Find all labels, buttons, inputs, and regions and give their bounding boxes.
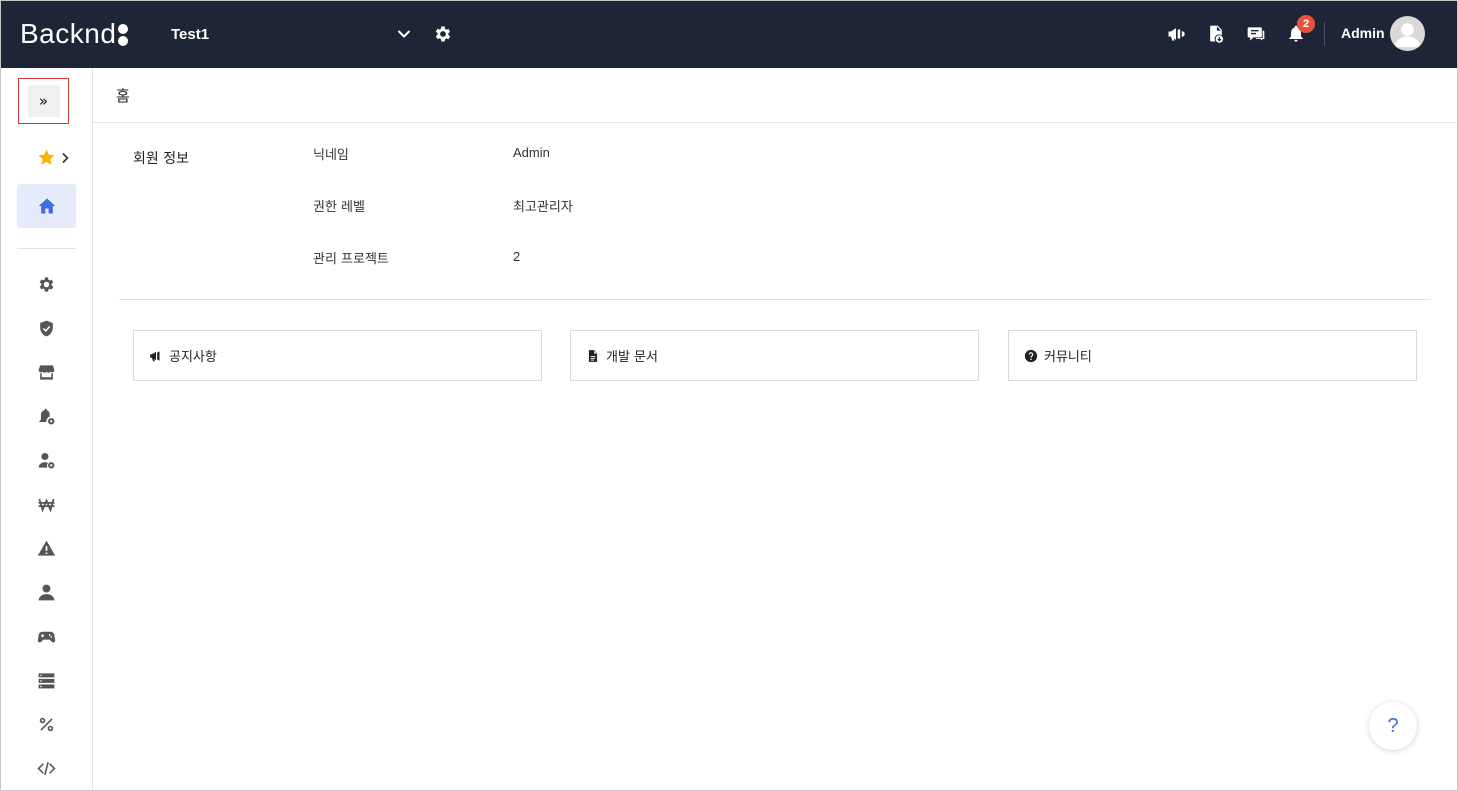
gear-icon	[39, 277, 54, 292]
dev-docs-card-label: 개발 문서	[606, 350, 658, 365]
page-title: 홈	[116, 87, 130, 105]
sidebar-item-probability[interactable]	[36, 714, 57, 735]
nickname-value: Admin	[513, 145, 550, 160]
logo-text: Backnd	[20, 18, 117, 49]
megaphone-icon[interactable]	[1166, 24, 1186, 44]
star-icon	[38, 149, 55, 165]
help-button[interactable]: ?	[1369, 702, 1417, 750]
user-avatar-icon	[1394, 23, 1421, 48]
store-icon	[38, 365, 55, 380]
nickname-label: 닉네임	[313, 148, 349, 163]
user-gear-icon	[38, 452, 55, 469]
project-name: Test1	[171, 25, 210, 43]
sidebar-expand-button[interactable]: »	[18, 78, 69, 124]
permission-level-label: 권한 레벨	[313, 200, 365, 215]
gamepad-icon	[37, 631, 56, 643]
community-card[interactable]: 커뮤니티	[1008, 330, 1417, 381]
chevron-right-icon	[62, 152, 69, 163]
dev-docs-card[interactable]: 개발 문서	[570, 330, 979, 381]
gear-icon[interactable]	[433, 24, 453, 44]
won-icon	[38, 498, 55, 513]
bullhorn-icon	[150, 350, 160, 361]
user-name[interactable]: Admin	[1341, 25, 1385, 41]
bell-gear-icon	[39, 408, 55, 425]
page-header: 홈	[93, 68, 1458, 123]
notice-card[interactable]: 공지사항	[133, 330, 542, 381]
file-icon	[588, 349, 598, 362]
top-bar: Backnd Test1 2 Admin	[0, 0, 1458, 68]
chevron-down-icon	[398, 30, 410, 38]
home-icon	[38, 198, 55, 214]
server-icon	[38, 673, 55, 689]
notice-card-label: 공지사항	[169, 350, 217, 365]
sidebar-item-security[interactable]	[36, 318, 57, 339]
member-info-title: 회원 정보	[133, 151, 189, 167]
sidebar-item-settings[interactable]	[36, 274, 57, 295]
warning-icon	[37, 540, 56, 556]
double-chevron-right-icon: »	[27, 85, 60, 117]
sidebar-item-store[interactable]	[36, 362, 57, 383]
sidebar-item-user-settings[interactable]	[36, 450, 57, 471]
sidebar-divider	[17, 248, 76, 249]
percent-icon	[39, 717, 54, 732]
content-divider	[119, 299, 1431, 300]
header-divider	[1324, 22, 1325, 46]
community-card-label: 커뮤니티	[1044, 350, 1092, 365]
managed-projects-label: 관리 프로젝트	[313, 252, 389, 267]
sidebar-item-home[interactable]	[17, 184, 76, 228]
shield-check-icon	[40, 320, 53, 337]
user-icon	[38, 584, 55, 601]
sidebar-item-warning[interactable]	[36, 538, 57, 559]
sidebar-item-database[interactable]	[36, 670, 57, 691]
sidebar-item-user[interactable]	[36, 582, 57, 603]
logo-dots	[118, 21, 129, 47]
sidebar-item-game[interactable]	[36, 626, 57, 647]
avatar[interactable]	[1390, 16, 1425, 51]
project-selector[interactable]: Test1	[171, 22, 411, 46]
code-icon	[37, 761, 56, 776]
file-download-icon[interactable]	[1206, 24, 1226, 44]
question-circle-icon	[1024, 349, 1038, 362]
permission-level-value: 최고관리자	[513, 199, 573, 214]
sidebar-item-payment[interactable]	[36, 494, 57, 515]
sidebar-item-code[interactable]	[36, 758, 57, 779]
sidebar-item-push-settings[interactable]	[36, 406, 57, 427]
help-icon: ?	[1387, 714, 1399, 737]
chat-icon[interactable]	[1246, 24, 1266, 44]
managed-projects-value: 2	[513, 249, 521, 264]
sidebar: »	[0, 68, 93, 791]
favorites-toggle[interactable]	[37, 148, 70, 167]
notification-badge: 2	[1297, 15, 1315, 33]
logo[interactable]: Backnd	[20, 17, 129, 51]
